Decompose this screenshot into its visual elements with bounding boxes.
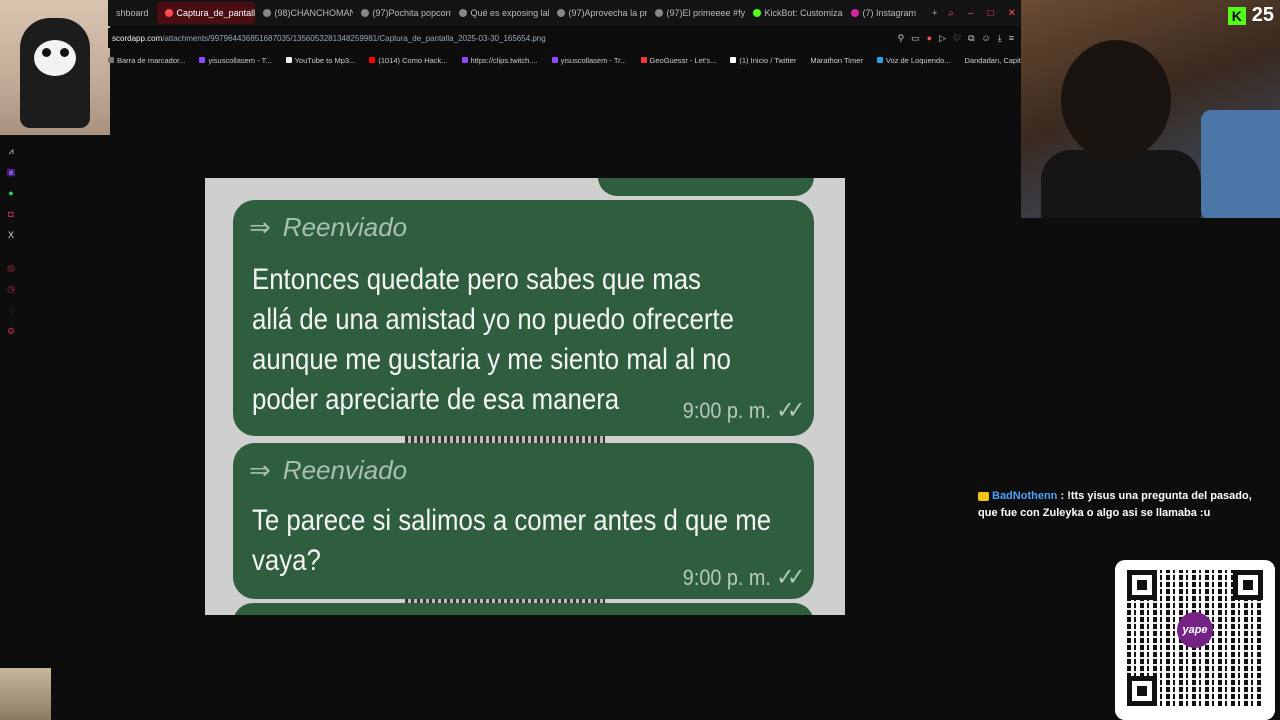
- profile-icon[interactable]: ☺: [982, 33, 991, 44]
- tiktok-icon: [556, 9, 565, 17]
- whatsapp-icon[interactable]: ●: [6, 187, 16, 199]
- tab-chanchoman[interactable]: (98)CHANCHOMAN (@: [255, 2, 353, 24]
- discord-icon: [164, 9, 173, 17]
- kick-logo-icon: K: [1227, 6, 1246, 25]
- webcam-streamer: K 25: [1021, 0, 1280, 218]
- x-icon[interactable]: X: [6, 229, 16, 241]
- chat-icon[interactable]: ◌: [6, 304, 16, 316]
- tiktok-icon: [654, 9, 663, 17]
- image-viewer[interactable]: ⇒ Reenviado Entonces quedate pero sabes …: [205, 178, 845, 615]
- record-icon[interactable]: ◎: [6, 262, 16, 274]
- minimize-icon[interactable]: –: [968, 8, 974, 19]
- pin-icon[interactable]: ⚲: [898, 33, 905, 44]
- crown-badge-icon: [978, 491, 989, 501]
- forward-arrow-icon: ⇒: [249, 212, 271, 242]
- webcam-small: [0, 668, 51, 720]
- message-time: 9:00 p. m.: [682, 397, 771, 423]
- heart-icon[interactable]: ♡: [953, 33, 961, 44]
- search-icon[interactable]: ⌕: [948, 8, 954, 19]
- browser-sidebar: ⩘ ▣ ● ◘ X ◎ ◷ ◌ ⚙: [0, 145, 22, 337]
- chat-username: BadNothenn: [992, 490, 1058, 502]
- double-check-icon: ✓✓: [776, 397, 805, 424]
- bookmark-item[interactable]: yisuscollasem - T...: [199, 56, 272, 65]
- bookmark-item[interactable]: Marathon Timer: [810, 56, 863, 65]
- play-icon[interactable]: ▷: [939, 33, 946, 44]
- bookmark-item[interactable]: yisuscollasem - Tr...: [551, 56, 627, 65]
- settings-icon[interactable]: ⚙: [6, 325, 16, 337]
- tab-bar: shboard Captura_de_pantalla_2025 (98)CHA…: [108, 0, 1022, 26]
- kickbot-icon: [752, 9, 761, 17]
- yape-qr-code: yape: [1115, 560, 1275, 720]
- tiktok-icon: [360, 9, 369, 17]
- viewer-count: 25: [1251, 4, 1274, 26]
- menu-icon[interactable]: ≡: [1009, 33, 1014, 44]
- bookmark-item[interactable]: YouTube to Mp3...: [285, 56, 355, 65]
- bookmark-icon[interactable]: ▭: [911, 33, 920, 44]
- tab-exposing[interactable]: Qué es exposing lalol: [451, 2, 549, 24]
- message-bubble: ⇒ Reenviado Entonces quedate pero sabes …: [233, 200, 814, 436]
- tab-dashboard[interactable]: shboard: [108, 2, 157, 24]
- tab-pochita[interactable]: (97)Pochita popcorn bu: [353, 2, 451, 24]
- message-time: 9:00 p. m.: [682, 564, 771, 590]
- bookmark-item[interactable]: https://clips.twitch....: [461, 56, 538, 65]
- bookmark-item[interactable]: (1) Inicio / Twitter: [730, 56, 796, 65]
- kick-sidebar-icon[interactable]: ⩘: [6, 145, 16, 157]
- yape-logo-icon: yape: [1177, 612, 1213, 648]
- message-bubble-partial: [598, 178, 814, 196]
- forward-arrow-icon: ⇒: [249, 455, 271, 485]
- instagram-icon: [850, 9, 859, 17]
- tiktok-icon: [262, 9, 271, 17]
- bookmark-item[interactable]: Barra de marcador...: [108, 56, 185, 65]
- message-bubble: ⇒ Reenviado Te parece si salimos a comer…: [233, 443, 814, 599]
- forwarded-label: Reenviado: [282, 212, 408, 242]
- extensions-icon[interactable]: ⧉: [968, 33, 974, 44]
- tab-primeeee[interactable]: (97)El primeeee #fyt #: [647, 2, 745, 24]
- bookmark-item[interactable]: Dandadan, Capitul...: [965, 56, 1022, 65]
- tab-instagram[interactable]: (7) Instagram: [843, 2, 925, 24]
- double-check-icon: ✓✓: [776, 564, 805, 591]
- shield-icon[interactable]: ●: [927, 33, 932, 44]
- close-icon[interactable]: ✕: [1008, 8, 1016, 19]
- instagram-icon[interactable]: ◘: [6, 208, 16, 220]
- forwarded-label: Reenviado: [282, 455, 408, 485]
- bookmark-item[interactable]: (1014) Como Hack...: [369, 56, 448, 65]
- webcam-cat: [0, 0, 110, 135]
- address-bar[interactable]: scordapp.com/attachments/997964436851687…: [108, 28, 1022, 48]
- download-icon[interactable]: ⤓: [998, 33, 1002, 44]
- globe-icon: [458, 9, 467, 17]
- bookmarks-bar: Barra de marcador... yisuscollasem - T..…: [108, 52, 1022, 68]
- tab-aprovecha[interactable]: (97)Aprovecha la promo: [549, 2, 647, 24]
- url-field[interactable]: scordapp.com/attachments/997964436851687…: [108, 34, 898, 43]
- tab-captura[interactable]: Captura_de_pantalla_2025: [156, 2, 255, 24]
- clock-icon[interactable]: ◷: [6, 283, 16, 295]
- bookmark-item[interactable]: GeoGuessr - Let's...: [640, 56, 716, 65]
- maximize-icon[interactable]: □: [988, 8, 994, 19]
- twitch-icon[interactable]: ▣: [6, 166, 16, 178]
- tab-kickbot[interactable]: KickBot: Customizable: [745, 2, 843, 24]
- stream-chat-message: BadNothenn : !tts yisus una pregunta del…: [978, 490, 1252, 519]
- message-bubble-partial: [233, 603, 814, 615]
- bookmark-item[interactable]: Voz de Loquendo...: [876, 56, 951, 65]
- new-tab-button[interactable]: +: [924, 2, 945, 24]
